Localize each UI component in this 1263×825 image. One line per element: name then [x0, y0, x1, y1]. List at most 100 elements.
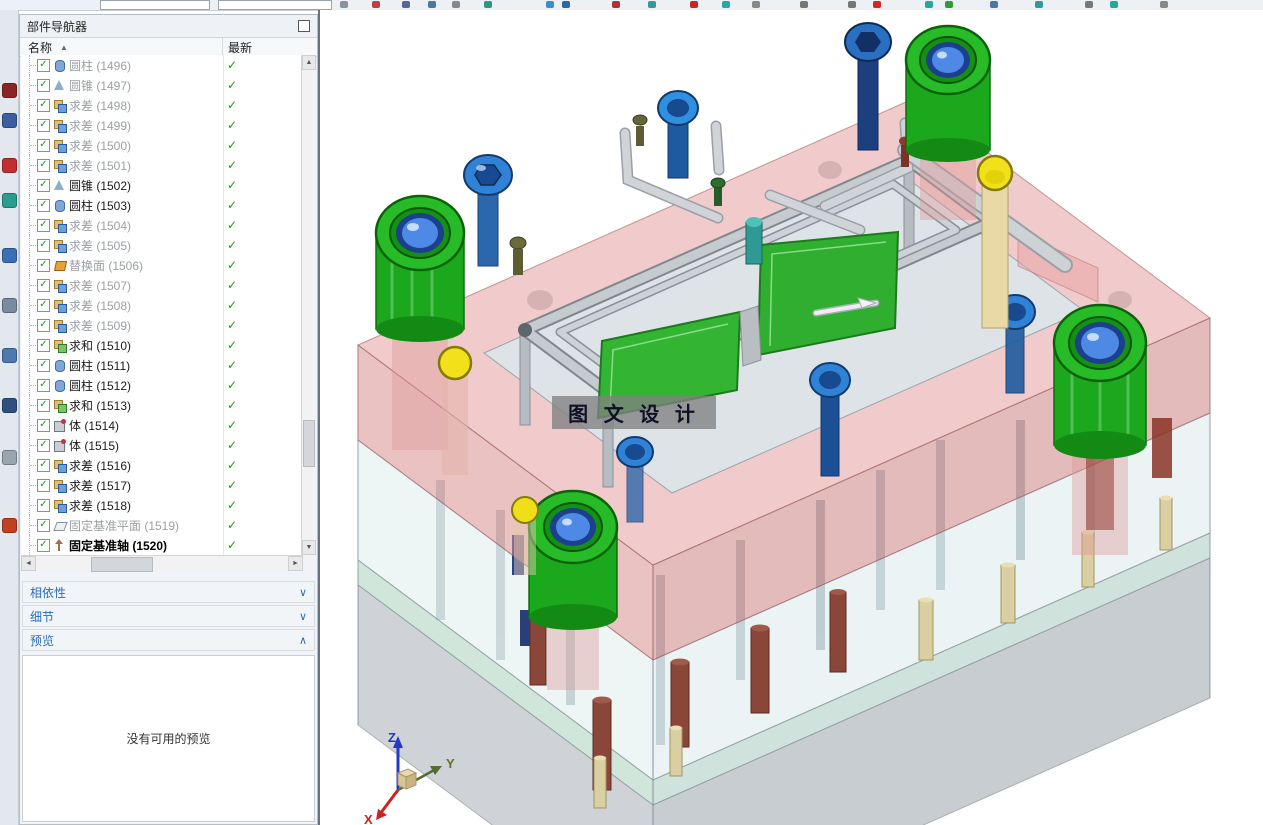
tree-row[interactable]: ✓ 圆柱 (1503) ✓: [21, 195, 302, 215]
feature-checkbox[interactable]: ✓: [37, 438, 50, 452]
section-preview[interactable]: 预览 ∧: [22, 629, 315, 651]
tree-row[interactable]: ✓ 求差 (1504) ✓: [21, 215, 302, 235]
tree-row[interactable]: ✓ 圆柱 (1496) ✓: [21, 55, 302, 75]
tree-row[interactable]: ✓ 圆锥 (1497) ✓: [21, 75, 302, 95]
section-details[interactable]: 细节 ∨: [22, 605, 315, 627]
resource-bar-icon[interactable]: [2, 348, 17, 363]
toolbar-dropdown[interactable]: [218, 0, 332, 10]
toolbar-icon[interactable]: [402, 1, 410, 8]
toolbar-icon[interactable]: [990, 1, 998, 8]
resource-bar-icon[interactable]: [2, 518, 17, 533]
scroll-left-icon[interactable]: ◄: [21, 556, 36, 571]
section-dependencies[interactable]: 相依性 ∨: [22, 581, 315, 603]
undock-icon[interactable]: [298, 20, 310, 32]
tree-row[interactable]: ✓ 圆柱 (1512) ✓: [21, 375, 302, 395]
feature-checkbox[interactable]: ✓: [37, 258, 50, 272]
toolbar-icon[interactable]: [690, 1, 698, 8]
toolbar-icon[interactable]: [752, 1, 760, 8]
toolbar-icon[interactable]: [1085, 1, 1093, 8]
chevron-down-icon[interactable]: ∨: [299, 610, 307, 623]
scroll-down-icon[interactable]: ▼: [302, 540, 316, 555]
sort-ascending-icon[interactable]: ▲: [60, 43, 68, 52]
resource-bar-icon[interactable]: [2, 193, 17, 208]
feature-checkbox[interactable]: ✓: [37, 158, 50, 172]
feature-checkbox[interactable]: ✓: [37, 318, 50, 332]
horizontal-scrollbar[interactable]: ◄ ►: [21, 555, 303, 572]
feature-checkbox[interactable]: ✓: [37, 298, 50, 312]
tree-row[interactable]: ✓ 圆锥 (1502) ✓: [21, 175, 302, 195]
feature-checkbox[interactable]: ✓: [37, 418, 50, 432]
feature-checkbox[interactable]: ✓: [37, 398, 50, 412]
feature-checkbox[interactable]: ✓: [37, 178, 50, 192]
resource-bar-icon[interactable]: [2, 113, 17, 128]
feature-checkbox[interactable]: ✓: [37, 58, 50, 72]
feature-checkbox[interactable]: ✓: [37, 118, 50, 132]
resource-bar-icon[interactable]: [2, 298, 17, 313]
chevron-down-icon[interactable]: ∨: [299, 586, 307, 599]
feature-checkbox[interactable]: ✓: [37, 538, 50, 552]
toolbar-icon[interactable]: [484, 1, 492, 8]
toolbar-dropdown[interactable]: [100, 0, 210, 10]
tree-row[interactable]: ✓ 求差 (1501) ✓: [21, 155, 302, 175]
toolbar-icon[interactable]: [800, 1, 808, 8]
tree-row[interactable]: ✓ 求差 (1509) ✓: [21, 315, 302, 335]
toolbar-icon[interactable]: [945, 1, 953, 8]
toolbar-icon[interactable]: [612, 1, 620, 8]
feature-checkbox[interactable]: ✓: [37, 278, 50, 292]
feature-checkbox[interactable]: ✓: [37, 238, 50, 252]
toolbar-icon[interactable]: [873, 1, 881, 8]
vertical-scrollbar[interactable]: ▲ ▼: [301, 55, 316, 555]
feature-checkbox[interactable]: ✓: [37, 218, 50, 232]
resource-bar-icon[interactable]: [2, 398, 17, 413]
scroll-up-icon[interactable]: ▲: [302, 55, 316, 70]
tree-row[interactable]: ✓ 体 (1515) ✓: [21, 435, 302, 455]
tree-row[interactable]: ✓ 求差 (1517) ✓: [21, 475, 302, 495]
toolbar-icon[interactable]: [546, 1, 554, 8]
feature-checkbox[interactable]: ✓: [37, 478, 50, 492]
scroll-right-icon[interactable]: ►: [288, 556, 303, 571]
feature-checkbox[interactable]: ✓: [37, 138, 50, 152]
chevron-up-icon[interactable]: ∧: [299, 634, 307, 647]
panel-title-bar[interactable]: 部件导航器: [20, 15, 317, 38]
tree-row[interactable]: ✓ 求和 (1513) ✓: [21, 395, 302, 415]
scrollbar-thumb[interactable]: [303, 420, 315, 467]
scrollbar-thumb[interactable]: [91, 557, 153, 572]
toolbar-icon[interactable]: [372, 1, 380, 8]
feature-checkbox[interactable]: ✓: [37, 378, 50, 392]
feature-checkbox[interactable]: ✓: [37, 518, 50, 532]
tree-row[interactable]: ✓ 固定基准轴 (1520) ✓: [21, 535, 302, 555]
tree-row[interactable]: ✓ 求差 (1500) ✓: [21, 135, 302, 155]
toolbar-icon[interactable]: [428, 1, 436, 8]
tree-row[interactable]: ✓ 求差 (1508) ✓: [21, 295, 302, 315]
toolbar-icon[interactable]: [340, 1, 348, 8]
toolbar-icon[interactable]: [722, 1, 730, 8]
tree-row[interactable]: ✓ 求差 (1518) ✓: [21, 495, 302, 515]
toolbar-icon[interactable]: [1160, 1, 1168, 8]
toolbar-icon[interactable]: [848, 1, 856, 8]
tree-row[interactable]: ✓ 求和 (1510) ✓: [21, 335, 302, 355]
feature-checkbox[interactable]: ✓: [37, 338, 50, 352]
feature-checkbox[interactable]: ✓: [37, 498, 50, 512]
feature-checkbox[interactable]: ✓: [37, 358, 50, 372]
graphics-viewport[interactable]: Z Y X 图 文 设 计: [318, 10, 1263, 825]
toolbar-icon[interactable]: [1035, 1, 1043, 8]
resource-bar-icon[interactable]: [2, 248, 17, 263]
column-name[interactable]: 名称: [20, 39, 52, 56]
tree-row[interactable]: ✓ 圆柱 (1511) ✓: [21, 355, 302, 375]
tree-row[interactable]: ✓ 体 (1514) ✓: [21, 415, 302, 435]
feature-checkbox[interactable]: ✓: [37, 198, 50, 212]
feature-checkbox[interactable]: ✓: [37, 98, 50, 112]
toolbar-icon[interactable]: [562, 1, 570, 8]
toolbar-icon[interactable]: [1110, 1, 1118, 8]
feature-checkbox[interactable]: ✓: [37, 78, 50, 92]
tree-row[interactable]: ✓ 求差 (1507) ✓: [21, 275, 302, 295]
toolbar-icon[interactable]: [452, 1, 460, 8]
toolbar-icon[interactable]: [925, 1, 933, 8]
tree-row[interactable]: ✓ 求差 (1498) ✓: [21, 95, 302, 115]
tree-row[interactable]: ✓ 求差 (1516) ✓: [21, 455, 302, 475]
column-status[interactable]: 最新: [228, 39, 252, 56]
3d-model-canvas[interactable]: Z Y X: [320, 10, 1263, 825]
tree-row[interactable]: ✓ 替换面 (1506) ✓: [21, 255, 302, 275]
resource-bar-icon[interactable]: [2, 450, 17, 465]
tree-row[interactable]: ✓ 求差 (1499) ✓: [21, 115, 302, 135]
